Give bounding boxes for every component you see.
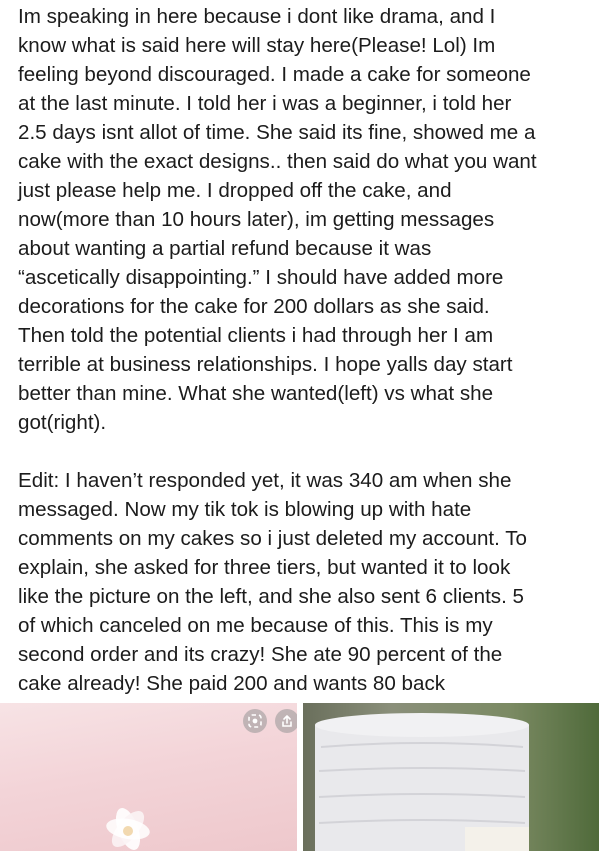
post: Im speaking in here because i dont like … (0, 0, 599, 851)
lens-icon[interactable] (243, 709, 267, 733)
post-body: Im speaking in here because i dont like … (18, 2, 588, 698)
post-paragraph-edit: Edit: I haven’t responded yet, it was 34… (18, 469, 527, 695)
photo-received-cake[interactable] (303, 703, 599, 851)
photo-wanted-cake[interactable] (0, 703, 297, 851)
flower-decoration (106, 808, 150, 850)
cake-image (315, 713, 529, 851)
post-paragraph-main: Im speaking in here because i dont like … (18, 5, 537, 434)
share-icon[interactable] (275, 709, 297, 733)
photo-gallery (0, 703, 599, 851)
